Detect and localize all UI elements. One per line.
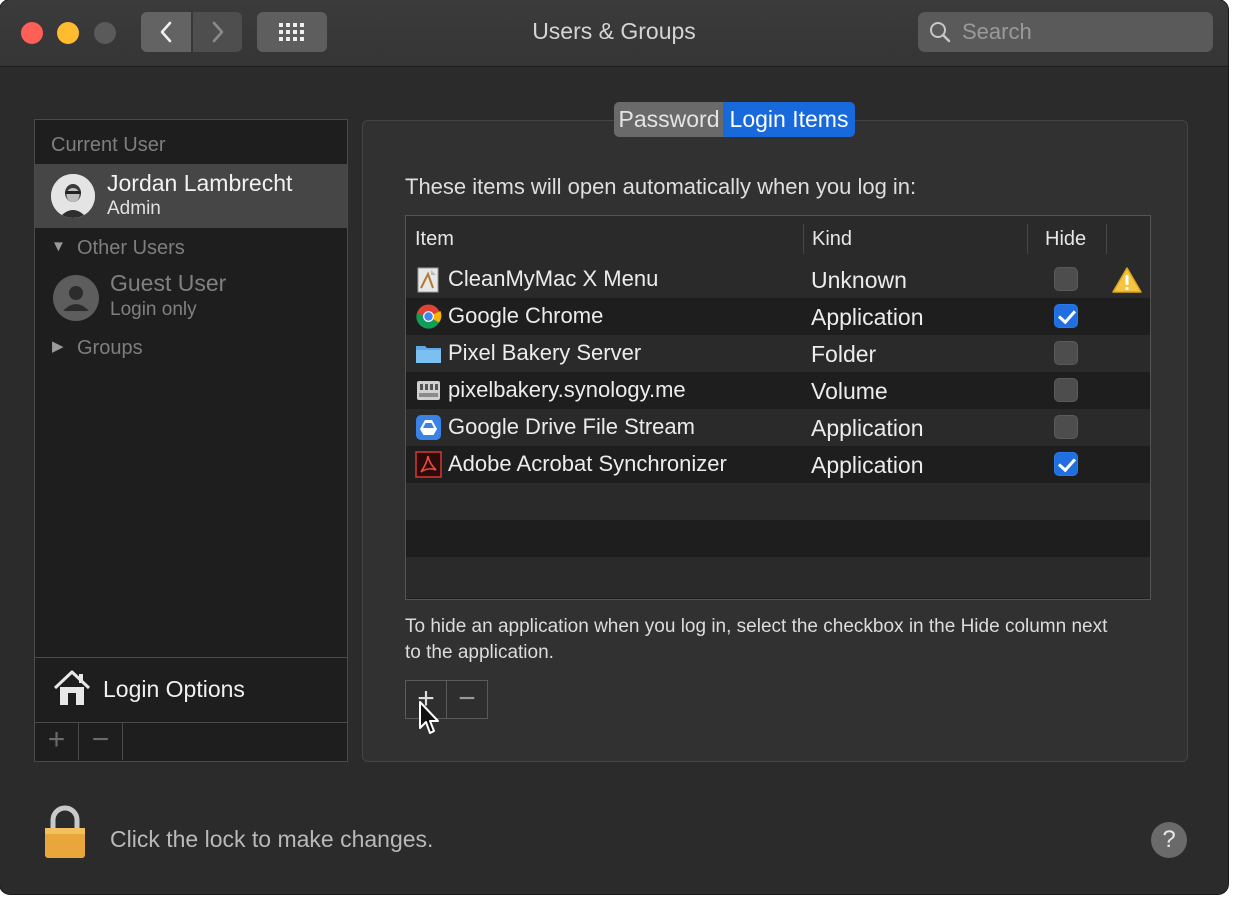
current-user-role: Admin (107, 198, 161, 219)
column-header-kind[interactable]: Kind (812, 228, 852, 251)
table-header: Item Kind Hide (406, 216, 1150, 262)
table-row[interactable]: Adobe Acrobat Synchronizer Application (406, 446, 1150, 483)
hide-checkbox[interactable] (1054, 415, 1078, 439)
mouse-pointer-icon (419, 701, 439, 734)
hide-checkbox[interactable] (1054, 341, 1078, 365)
item-name: Google Chrome (448, 303, 604, 328)
search-input[interactable] (960, 18, 1194, 46)
lock-icon[interactable] (44, 805, 86, 859)
column-divider (803, 224, 804, 254)
cleanmymac-icon (417, 267, 439, 293)
sidebar-item-current-user[interactable]: Jordan Lambrecht Admin (35, 164, 347, 228)
tab-password[interactable]: Password (614, 102, 723, 137)
tab-bar: Password Login Items (614, 102, 855, 137)
groups-heading: Groups (77, 337, 143, 359)
item-kind: Volume (811, 378, 888, 404)
table-row[interactable]: Pixel Bakery Server Folder (406, 335, 1150, 372)
login-items-table[interactable]: Item Kind Hide CleanMyMac X Menu Unknown (405, 215, 1151, 600)
google-drive-icon (416, 415, 441, 440)
guest-avatar (53, 275, 99, 321)
login-options-label: Login Options (103, 676, 245, 702)
table-row[interactable]: pixelbakery.synology.me Volume (406, 372, 1150, 409)
preferences-window: Users & Groups Current User Jordan Lambr… (0, 0, 1228, 894)
other-users-heading: Other Users (77, 237, 185, 259)
item-kind: Application (811, 304, 924, 330)
item-name: pixelbakery.synology.me (448, 377, 686, 402)
column-header-item[interactable]: Item (415, 228, 454, 251)
item-kind: Application (811, 415, 924, 441)
item-name: CleanMyMac X Menu (448, 266, 659, 291)
table-row[interactable]: CleanMyMac X Menu Unknown (406, 261, 1150, 298)
item-kind: Application (811, 452, 924, 478)
login-options-item[interactable]: Login Options (35, 657, 347, 723)
hide-checkbox[interactable] (1054, 378, 1078, 402)
help-button[interactable]: ? (1151, 822, 1187, 858)
guest-user-subtitle: Login only (110, 299, 197, 320)
table-row[interactable]: Google Chrome Application (406, 298, 1150, 335)
hide-checkbox[interactable] (1054, 304, 1078, 328)
warning-icon[interactable] (1111, 266, 1143, 294)
title-bar: Users & Groups (0, 0, 1228, 67)
empty-row (406, 483, 1150, 520)
remove-login-item-button[interactable]: − (447, 681, 487, 718)
lock-message: Click the lock to make changes. (110, 826, 434, 852)
sidebar-item-guest-user[interactable]: Guest User (110, 270, 226, 297)
hide-checkbox[interactable] (1054, 267, 1078, 291)
search-field[interactable] (918, 12, 1213, 52)
table-row[interactable]: Google Drive File Stream Application (406, 409, 1150, 446)
folder-icon (416, 346, 441, 363)
chrome-icon (416, 304, 442, 329)
tab-login-items[interactable]: Login Items (723, 102, 855, 137)
item-kind: Unknown (811, 267, 907, 293)
current-user-heading: Current User (51, 134, 166, 156)
empty-row (406, 520, 1150, 557)
column-divider (1027, 224, 1028, 254)
house-icon (53, 670, 91, 705)
remove-user-button[interactable]: − (79, 723, 123, 760)
column-divider (1106, 224, 1107, 254)
item-name: Pixel Bakery Server (448, 340, 642, 365)
users-sidebar: Current User Jordan Lambrecht Admin ▼ Ot… (34, 119, 348, 762)
current-user-name: Jordan Lambrecht (107, 170, 293, 196)
disclosure-closed-icon[interactable]: ▶ (52, 337, 64, 355)
column-header-hide[interactable]: Hide (1045, 228, 1086, 251)
login-items-intro: These items will open automatically when… (405, 174, 917, 199)
disclosure-open-icon[interactable]: ▼ (51, 238, 66, 255)
item-kind: Folder (811, 341, 877, 367)
hide-checkbox[interactable] (1054, 452, 1078, 476)
server-volume-icon (417, 381, 440, 400)
item-name: Google Drive File Stream (448, 414, 695, 439)
search-icon (930, 22, 951, 43)
empty-row (406, 557, 1150, 598)
avatar (51, 174, 95, 218)
acrobat-icon (415, 451, 442, 478)
add-user-button[interactable]: + (35, 723, 79, 760)
hide-hint-text: To hide an application when you log in, … (405, 616, 1108, 663)
item-name: Adobe Acrobat Synchronizer (448, 451, 727, 476)
